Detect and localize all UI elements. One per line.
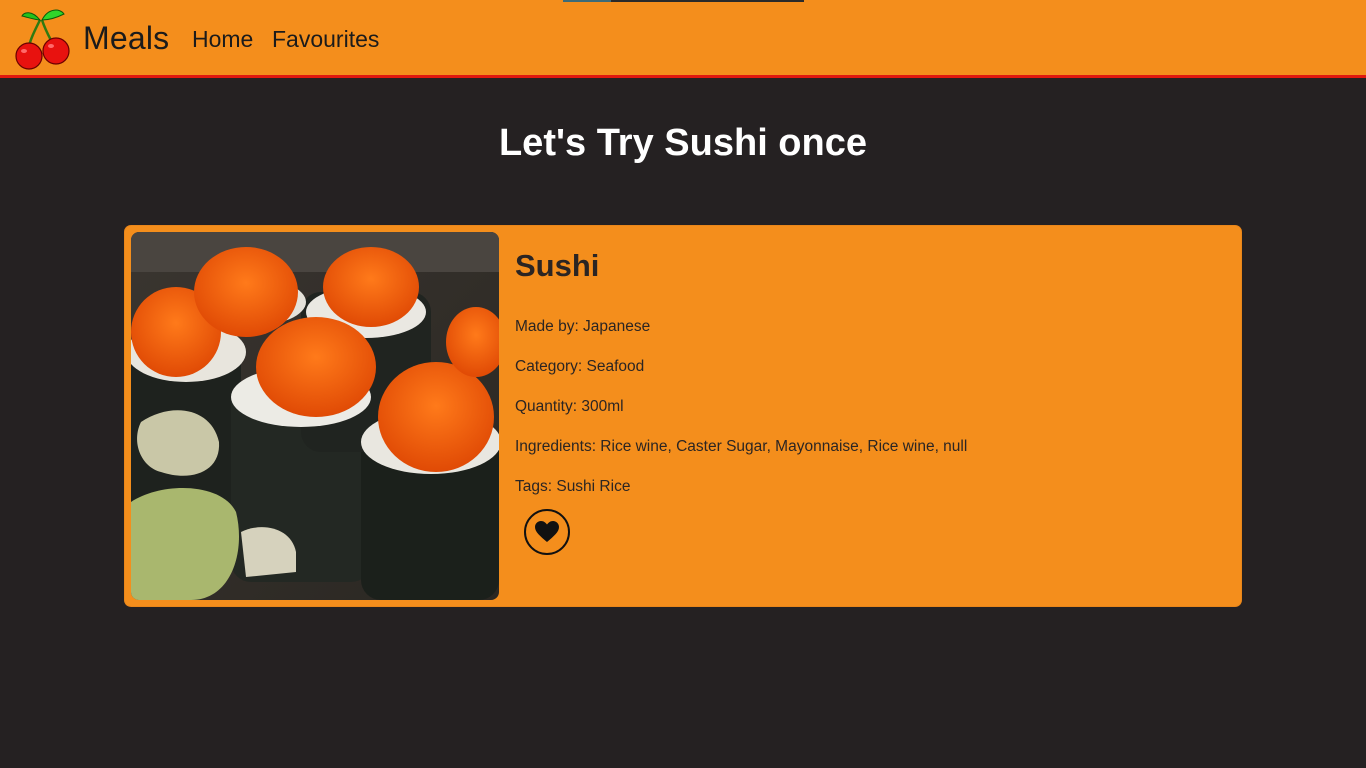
meal-image — [131, 232, 499, 600]
page-title: Let's Try Sushi once — [498, 122, 868, 164]
meal-card: Sushi Made by: Japanese Category: Seafoo… — [125, 226, 1241, 606]
meal-quantity: Quantity: 300ml — [515, 398, 624, 415]
navbar: Meals Home Favourites — [0, 0, 1366, 78]
meal-area: Made by: Japanese — [515, 318, 651, 335]
meal-name: Sushi — [515, 248, 600, 283]
meal-ingredients: Ingredients: Rice wine, Caster Sugar, Ma… — [515, 438, 968, 455]
nav-link-favourites[interactable]: Favourites — [272, 26, 379, 53]
cherry-icon[interactable] — [10, 6, 74, 70]
nav-link-home[interactable]: Home — [192, 26, 253, 53]
meal-category: Category: Seafood — [515, 358, 645, 375]
heart-icon — [535, 521, 559, 542]
brand-name[interactable]: Meals — [83, 20, 169, 57]
meal-details: Sushi Made by: Japanese Category: Seafoo… — [515, 246, 967, 511]
loading-bar — [563, 0, 804, 2]
favourite-button[interactable] — [524, 509, 570, 555]
meal-tags: Tags: Sushi Rice — [515, 478, 631, 495]
